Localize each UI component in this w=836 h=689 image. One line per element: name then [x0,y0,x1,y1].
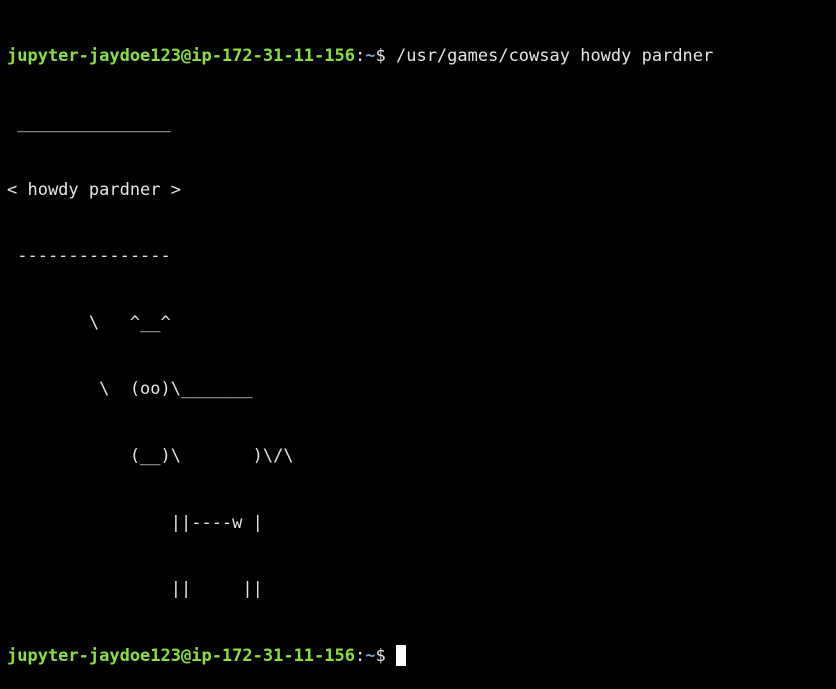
terminal-window[interactable]: jupyter-jaydoe123@ip-172-31-11-156:~$ /u… [0,0,836,666]
output-line: < howdy pardner > [7,179,181,200]
prompt-path: ~ [365,46,376,67]
prompt-symbol: $ [375,46,396,67]
text-cursor[interactable] [395,644,406,666]
prompt-symbol: $ [375,645,396,666]
current-prompt-line[interactable]: jupyter-jaydoe123@ip-172-31-11-156:~$ [7,644,836,667]
prompt-separator: : [355,46,366,67]
output-line: _______________ [7,113,171,133]
command-line: jupyter-jaydoe123@ip-172-31-11-156:~$ /u… [7,45,836,67]
command-text: /usr/games/cowsay howdy pardner [395,46,714,67]
output-line: || || [7,579,263,600]
output-line: ||----w | [7,512,263,533]
prompt-user-host: jupyter-jaydoe123@ip-172-31-11-156 [7,645,355,666]
prompt-user-host: jupyter-jaydoe123@ip-172-31-11-156 [7,46,355,67]
prompt-separator: : [355,645,366,666]
output-line: \ ^__^ [7,312,171,333]
output-line: \ (oo)\_______ [7,379,253,400]
output-line: --------------- [7,246,171,267]
prompt-path: ~ [365,645,376,666]
output-line: (__)\ )\/\ [7,445,294,466]
